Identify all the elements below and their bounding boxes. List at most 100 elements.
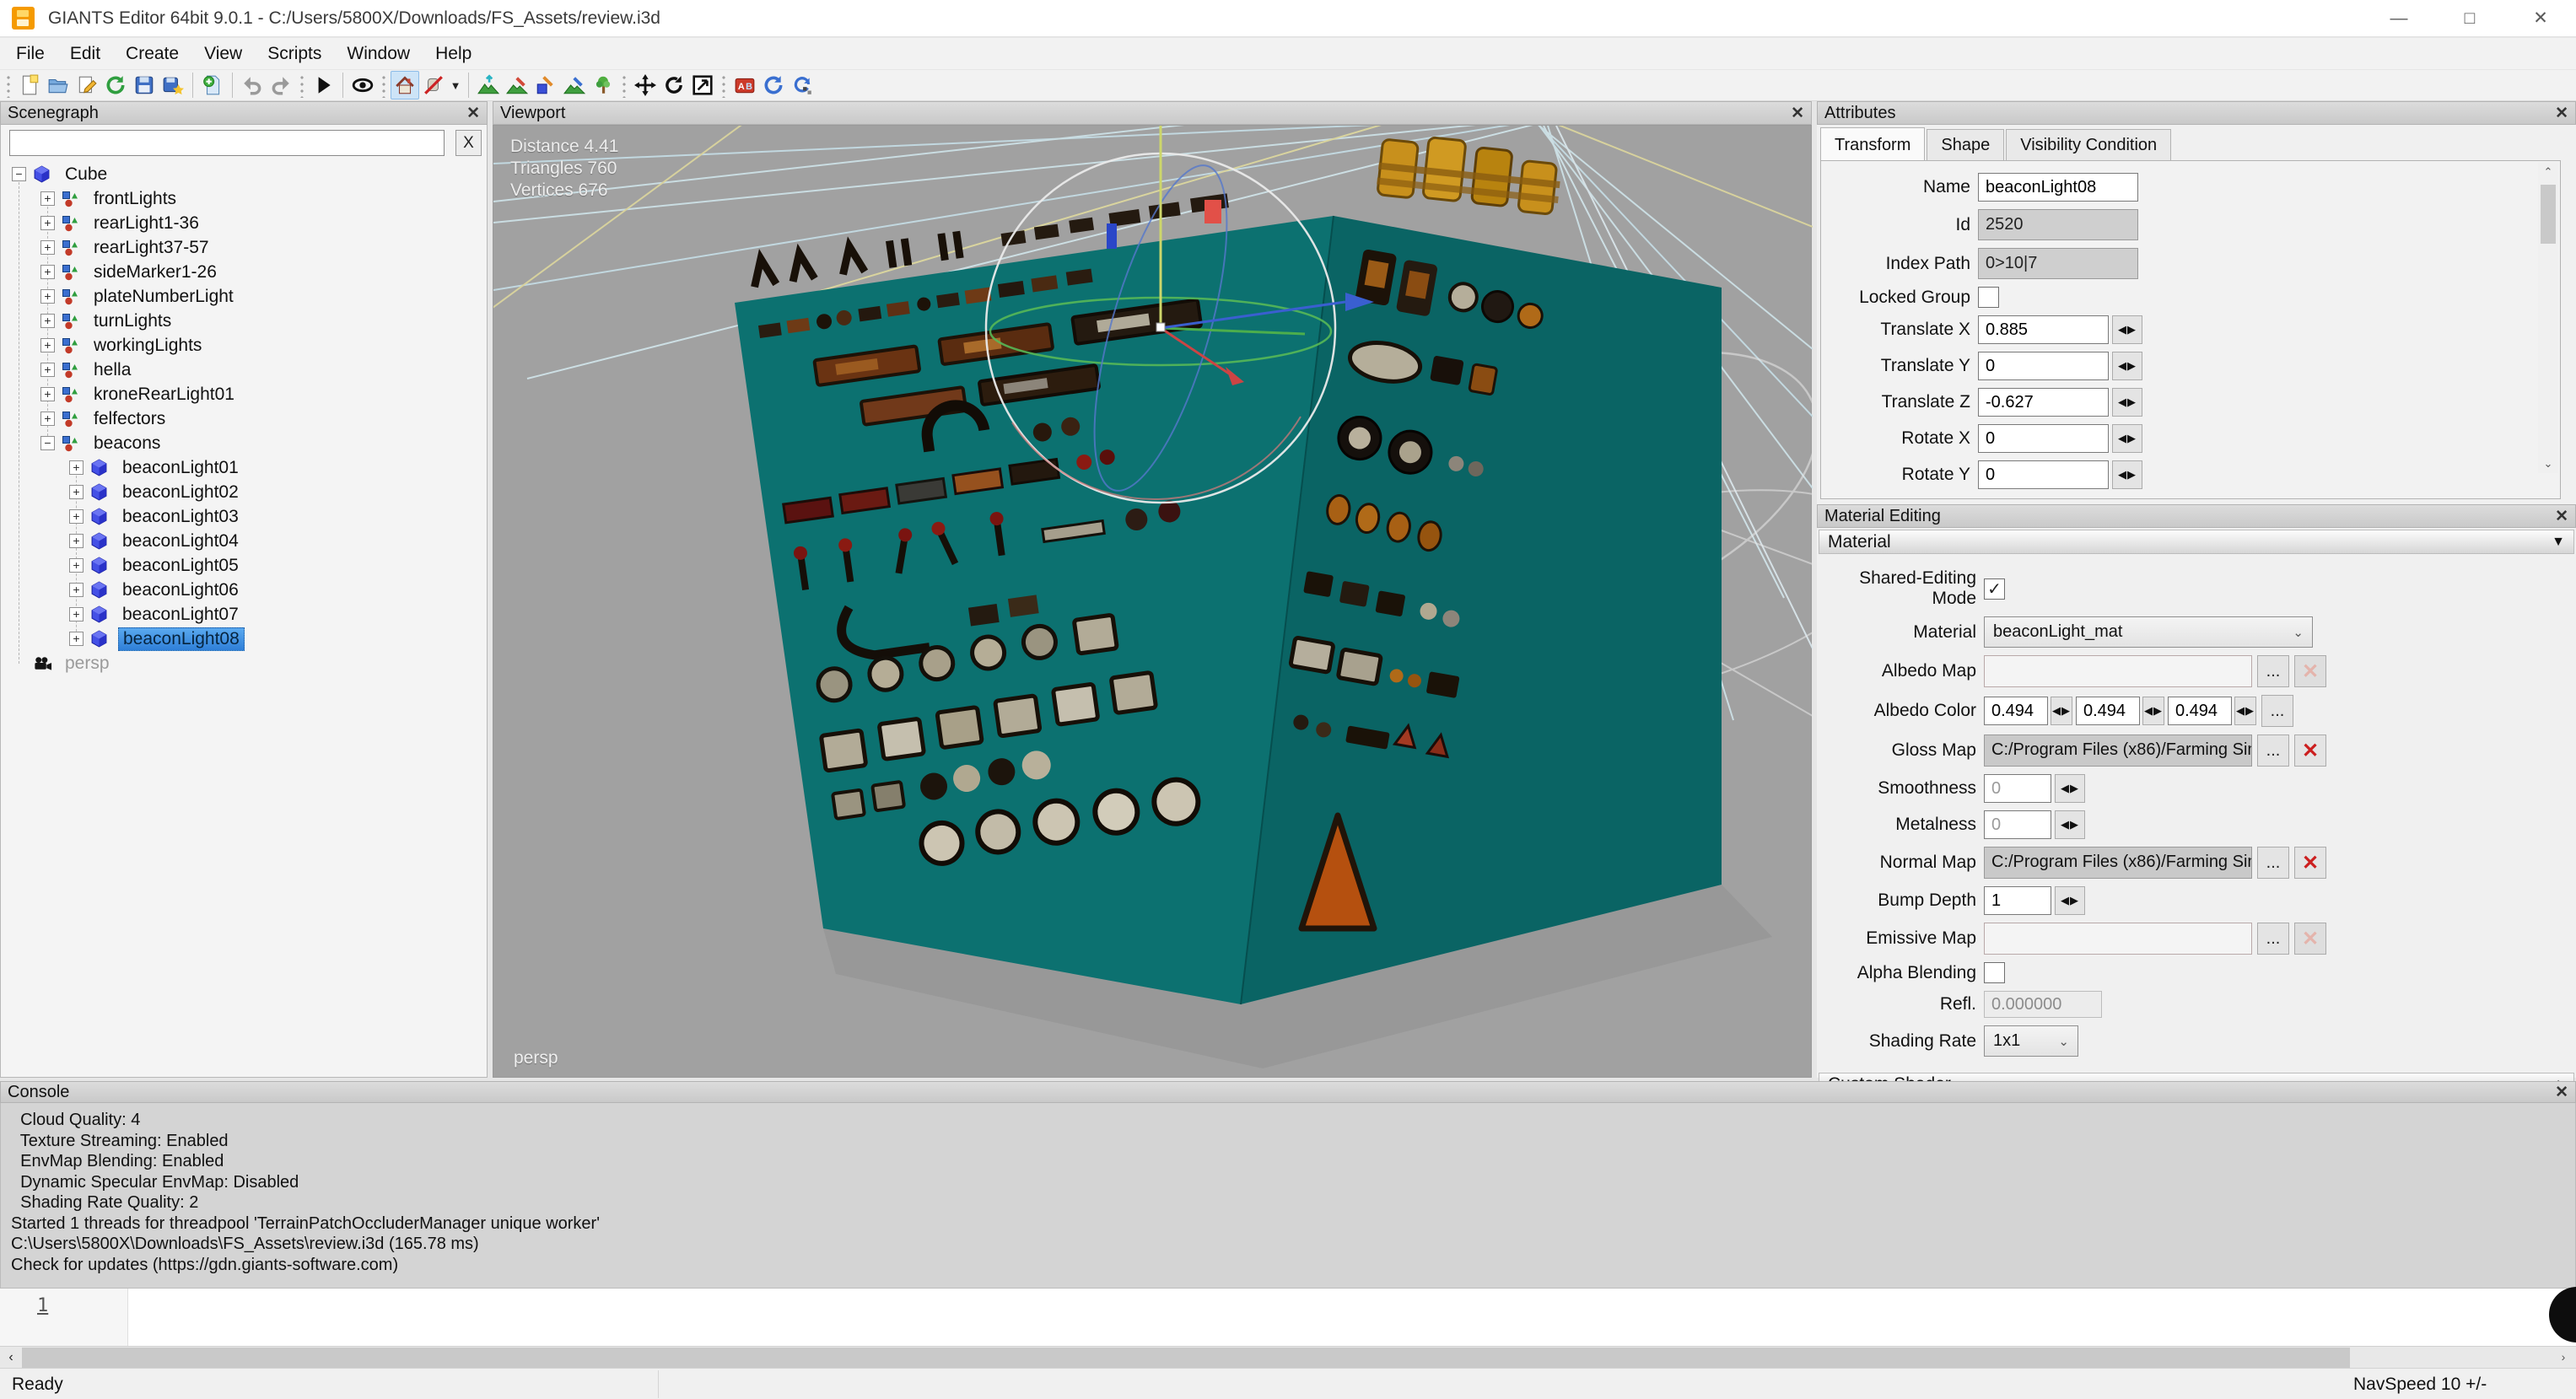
tab-visibility-condition[interactable]: Visibility Condition [2006,129,2171,160]
tree-label[interactable]: kroneRearLight01 [89,384,239,406]
tree-row-kronerearlight01[interactable]: + kroneRearLight01 [1,382,485,406]
tree-row-hella[interactable]: +hella [1,358,485,382]
reload-file-button[interactable] [101,71,130,100]
tree-row-beaconlight04[interactable]: + beaconLight04 [1,529,485,553]
translate-x-input[interactable] [1978,315,2109,344]
tree-row-persp[interactable]: persp [1,651,485,675]
tree-label[interactable]: beaconLight02 [118,482,243,503]
rotate-tool-button[interactable] [660,71,688,100]
scroll-down-icon[interactable]: ⌄ [2538,455,2558,473]
spinner-icon[interactable]: ◀▶ [2055,774,2085,803]
tree-expander-icon[interactable]: + [69,485,84,499]
translate-y-input[interactable] [1978,352,2109,380]
tree-label[interactable]: plateNumberLight [89,286,238,308]
minimize-button[interactable]: — [2363,0,2434,37]
smoothness-input[interactable] [1984,774,2051,803]
menu-item-create[interactable]: Create [113,39,191,69]
clear-map-button[interactable]: ✕ [2294,923,2326,955]
menu-item-scripts[interactable]: Scripts [255,39,334,69]
material-dropdown[interactable]: beaconLight_mat⌄ [1984,616,2313,648]
tree-expander-icon[interactable]: + [69,534,84,548]
save-as-file-button[interactable] [159,71,187,100]
albedo-color-input[interactable] [1984,697,2048,725]
tree-label[interactable]: beaconLight03 [118,506,243,528]
tree-label[interactable]: turnLights [89,310,175,332]
tree-row-frontlights[interactable]: +frontLights [1,186,485,211]
name-input[interactable] [1978,173,2138,202]
tree-label[interactable]: beacons [89,433,164,455]
clear-map-button[interactable]: ✕ [2294,847,2326,879]
menu-item-help[interactable]: Help [423,39,484,69]
spinner-icon[interactable]: ◀▶ [2112,460,2142,489]
maximize-button[interactable]: □ [2434,0,2505,37]
tab-shape[interactable]: Shape [1927,129,2004,160]
spinner-icon[interactable]: ◀▶ [2234,697,2256,725]
tree-label[interactable]: felfectors [89,408,170,430]
scroll-thumb[interactable] [2541,185,2556,244]
terrain-sculpt-button[interactable] [474,71,503,100]
browse-button[interactable]: ... [2257,734,2289,767]
browse-button[interactable]: ... [2257,923,2289,955]
edit-file-button[interactable] [73,71,101,100]
spinner-icon[interactable]: ◀▶ [2112,424,2142,453]
viewport-3d-canvas[interactable]: Distance 4.41Triangles 760Vertices 676 p… [493,125,1812,1078]
new-file-button[interactable] [15,71,44,100]
shading-rate-dropdown[interactable]: 1x1⌄ [1984,1025,2078,1057]
tree-expander-icon[interactable]: + [40,289,55,304]
scale-tool-button[interactable] [688,71,717,100]
tree-label[interactable]: beaconLight06 [118,579,243,601]
replace-materials-button[interactable] [788,71,816,100]
tree-expander-icon[interactable]: − [40,436,55,450]
tree-row-turnlights[interactable]: +turnLights [1,309,485,333]
save-file-button[interactable] [130,71,159,100]
tree-expander-icon[interactable]: + [69,558,84,573]
spinner-icon[interactable]: ◀▶ [2051,697,2072,725]
tree-label[interactable]: workingLights [89,335,206,357]
tree-expander-icon[interactable]: + [69,583,84,597]
tree-label[interactable]: beaconLight07 [118,604,243,626]
menu-item-window[interactable]: Window [334,39,423,69]
tree-placement-button[interactable] [589,71,617,100]
tree-row-felfectors[interactable]: + felfectors [1,406,485,431]
tree-label[interactable]: rearLight1-36 [89,213,203,234]
hscroll-thumb[interactable] [22,1348,2350,1368]
tree-row-beacons[interactable]: − beacons [1,431,485,455]
spinner-icon[interactable]: ◀▶ [2112,352,2142,380]
rotate-y-input[interactable] [1978,460,2109,489]
viewport-close-icon[interactable]: ✕ [1791,105,1804,121]
tree-label[interactable]: beaconLight01 [118,457,243,479]
material-editing-close-icon[interactable]: ✕ [2555,508,2568,525]
menu-item-edit[interactable]: Edit [57,39,113,69]
tree-row-beaconlight08[interactable]: +beaconLight08 [1,627,485,651]
horizontal-scrollbar[interactable]: ‹ › [0,1346,2576,1368]
tree-label[interactable]: persp [61,653,114,675]
open-file-button[interactable] [44,71,73,100]
refresh-materials-button[interactable] [759,71,788,100]
tree-label[interactable]: frontLights [89,188,181,210]
script-editor[interactable]: 1 [0,1289,2576,1346]
clear-map-button[interactable]: ✕ [2294,734,2326,767]
scroll-right-icon[interactable]: › [2552,1347,2574,1369]
tree-expander-icon[interactable]: + [40,387,55,401]
redo-button[interactable] [267,71,295,100]
console-close-icon[interactable]: ✕ [2555,1084,2568,1100]
tree-label[interactable]: beaconLight05 [118,555,243,577]
alpha-blending-checkbox[interactable] [1984,962,2005,983]
tree-expander-icon[interactable]: + [69,460,84,475]
tree-row-beaconlight07[interactable]: +beaconLight07 [1,602,485,627]
tree-expander-icon[interactable]: + [40,412,55,426]
ab-compare-button[interactable]: AB [730,71,759,100]
tree-label[interactable]: beaconLight04 [118,530,243,552]
tree-row-beaconlight02[interactable]: + beaconLight02 [1,480,485,504]
tree-row-rearlight1-36[interactable]: + rearLight1-36 [1,211,485,235]
tree-row-beaconlight03[interactable]: +beaconLight03 [1,504,485,529]
metalness-input[interactable] [1984,810,2051,839]
play-button[interactable] [309,71,337,100]
tree-row-beaconlight06[interactable]: + beaconLight06 [1,578,485,602]
toggle-lights-button[interactable] [419,71,448,100]
tree-row-beaconlight05[interactable]: + beaconLight05 [1,553,485,578]
tree-expander-icon[interactable]: + [40,216,55,230]
console-log[interactable]: Cloud Quality: 4 Texture Streaming: Enab… [0,1103,2576,1289]
move-tool-button[interactable] [631,71,660,100]
tree-label[interactable]: hella [89,359,135,381]
